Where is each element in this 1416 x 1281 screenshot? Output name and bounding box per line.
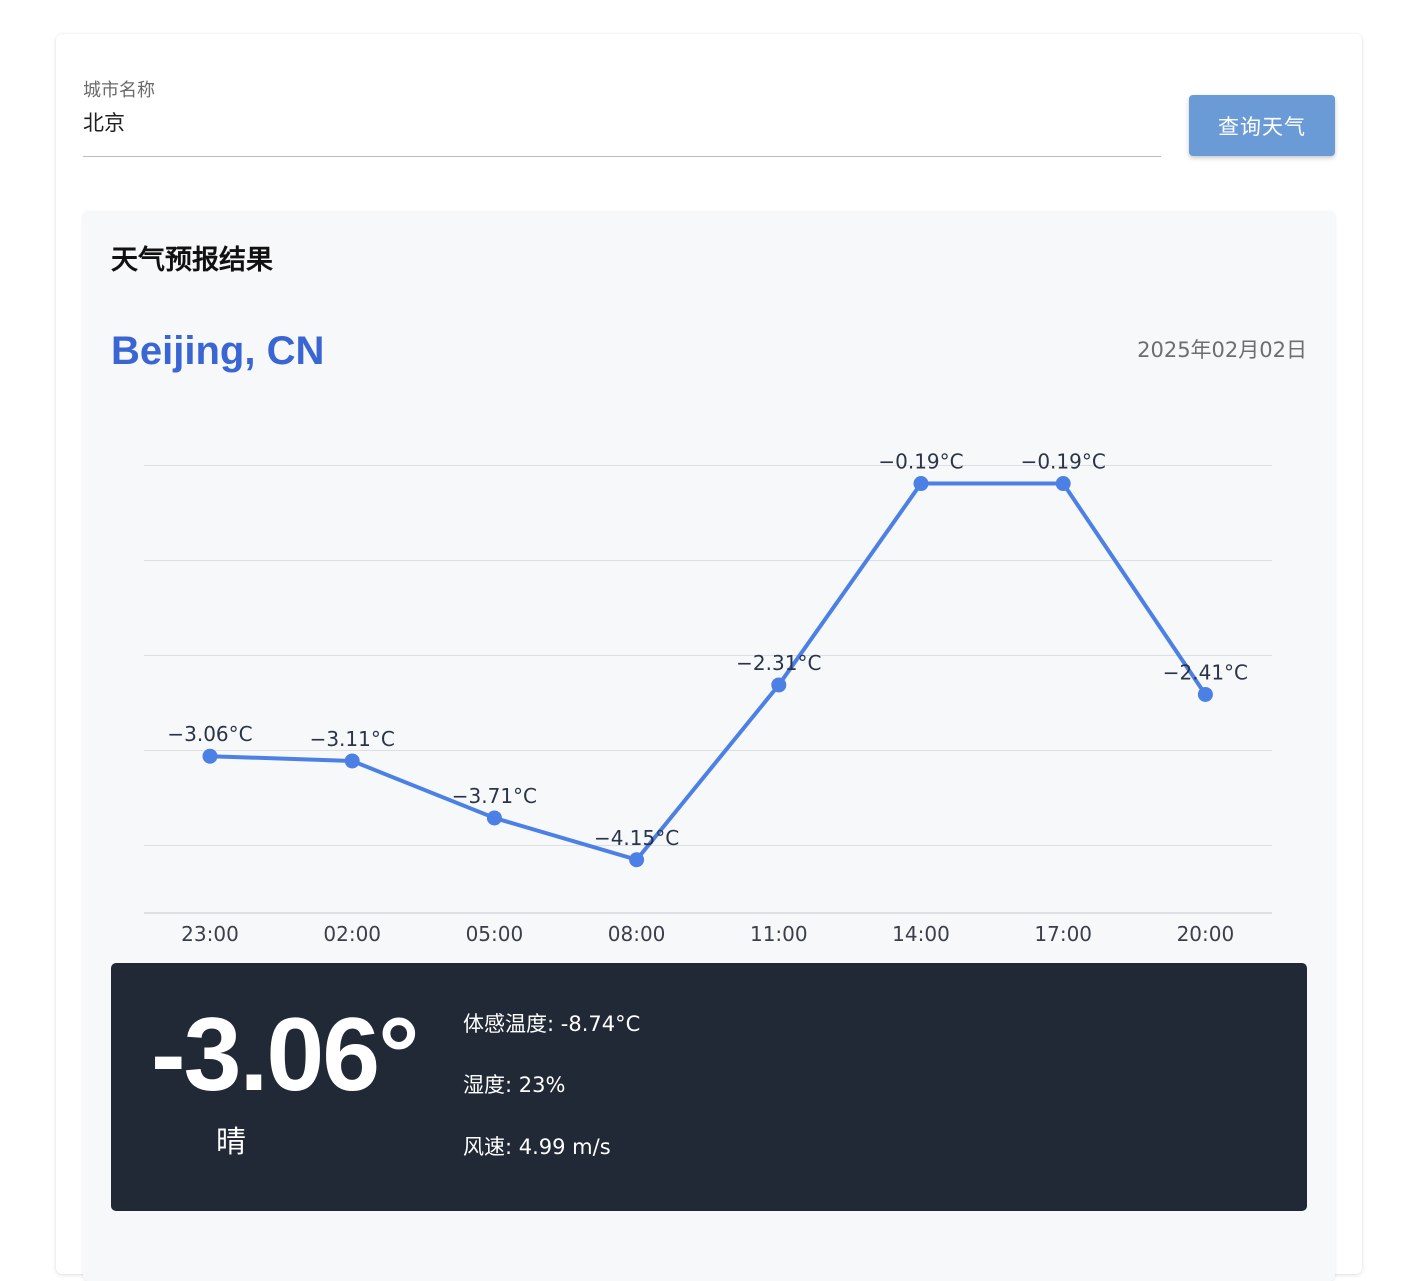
temperature-point xyxy=(1055,476,1071,492)
temperature-line-chart: −3.06°C 23:00 −3.11°C 02:00 −3.71°C 05:00 −4.1… xyxy=(144,450,1272,946)
temperature-point-label: −2.31°C xyxy=(736,651,821,675)
temperature-point xyxy=(486,810,502,826)
x-axis-tick-label: 17:00 xyxy=(1034,922,1092,946)
temperature-point-label: −0.19°C xyxy=(1021,450,1106,474)
city-name-input[interactable] xyxy=(83,108,1083,138)
city-name-field[interactable]: 城市名称 xyxy=(83,80,1161,157)
temperature-point-label: −3.71°C xyxy=(452,784,537,808)
temperature-point-label: −3.06°C xyxy=(167,722,252,746)
humidity: 湿度: 23% xyxy=(463,1073,566,1097)
x-axis-tick-label: 08:00 xyxy=(608,922,666,946)
x-axis-tick-label: 11:00 xyxy=(750,922,808,946)
query-weather-button[interactable]: 查询天气 xyxy=(1189,95,1335,156)
current-temperature: -3.06° xyxy=(151,997,420,1113)
x-axis-tick-label: 20:00 xyxy=(1177,922,1235,946)
temperature-point xyxy=(771,677,787,693)
weather-condition: 晴 xyxy=(216,1125,246,1160)
city-name-label: 城市名称 xyxy=(83,80,155,101)
temperature-point-label: −4.15°C xyxy=(594,826,679,850)
x-axis-tick-label: 02:00 xyxy=(323,922,381,946)
temperature-point-label: −0.19°C xyxy=(878,450,963,474)
temperature-point-label: −3.11°C xyxy=(310,727,395,751)
temperature-point xyxy=(629,852,645,868)
x-axis-tick-label: 23:00 xyxy=(181,922,239,946)
x-axis-tick-label: 14:00 xyxy=(892,922,950,946)
feels-like-temperature: 体感温度: -8.74°C xyxy=(463,1012,641,1036)
current-weather-panel: -3.06° 晴 体感温度: -8.74°C 湿度: 23% 风速: 4.99 … xyxy=(111,963,1307,1211)
forecast-result-card: 天气预报结果 Beijing, CN 2025年02月02日 −3.06°C 23… xyxy=(83,211,1335,1281)
temperature-point xyxy=(344,753,360,769)
temperature-series-line xyxy=(208,481,1208,862)
x-axis-tick-label: 05:00 xyxy=(466,922,524,946)
temperature-point xyxy=(1197,686,1213,702)
temperature-point-label: −2.41°C xyxy=(1163,660,1248,684)
temperature-point xyxy=(913,476,929,492)
weather-app-card: 城市名称 查询天气 天气预报结果 Beijing, CN 2025年02月02日… xyxy=(56,34,1362,1281)
wind-speed: 风速: 4.99 m/s xyxy=(463,1135,611,1159)
temperature-point xyxy=(202,748,218,764)
